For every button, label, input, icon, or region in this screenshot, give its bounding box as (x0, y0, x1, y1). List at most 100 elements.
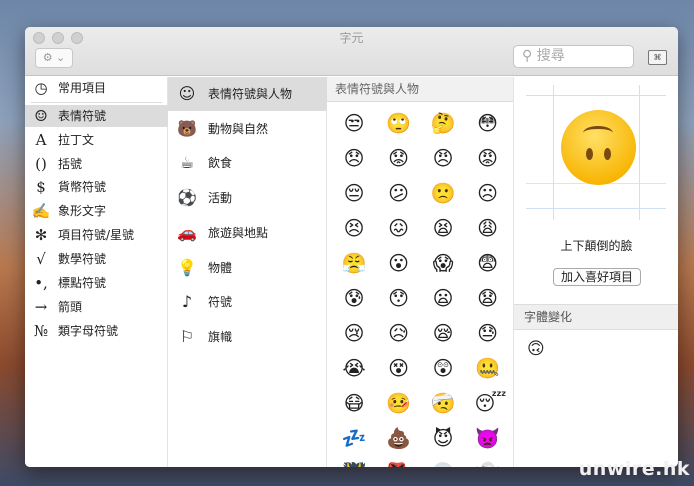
emoji-cell[interactable]: 💤 (341, 425, 367, 451)
emoji-cell[interactable]: 😱 (430, 250, 456, 276)
emoji-cell[interactable]: 😥 (386, 320, 412, 346)
emoji-cell[interactable]: 😫 (430, 215, 456, 241)
character-viewer-window: 字元 ⚙ ⌄ ⚲ 搜尋 ⌘ ◷ 常用項目 ☺ 表情符號 A 拉丁文 () 括號 $ 貨幣符號 ✍ 象形… (25, 27, 678, 467)
category-icon: ☺ (178, 84, 196, 103)
watermark: unwire.hk (578, 458, 690, 480)
emoji-cell[interactable]: 😣 (341, 215, 367, 241)
section-header: 表情符號與人物 (327, 77, 513, 102)
sidebar-item-label: 表情符號 (58, 109, 107, 123)
category-icon: () (35, 155, 47, 173)
emoji-cell[interactable]: 😢 (341, 320, 367, 346)
emoji-cell[interactable]: 😓 (475, 320, 501, 346)
emoji-cell[interactable]: 😠 (430, 145, 456, 171)
category-icon: •, (34, 274, 48, 292)
font-variations-header: 字體變化 (514, 304, 678, 330)
category-label: 活動 (208, 191, 233, 206)
emoji-cell[interactable]: 😖 (386, 215, 412, 241)
emoji-cell[interactable]: 😞 (341, 145, 367, 171)
emoji-cell[interactable]: 😔 (341, 180, 367, 206)
emoji-cell[interactable]: 😤 (341, 250, 367, 276)
emoji-cell[interactable]: 🙄 (386, 110, 412, 136)
category-icon: ☕ (179, 153, 195, 173)
category-icon: → (34, 298, 48, 316)
emoji-cell[interactable]: 😡 (475, 145, 501, 171)
glyph-preview (526, 85, 666, 220)
category-icon: ✍ (31, 202, 51, 220)
category-label: 表情符號與人物 (208, 87, 293, 101)
sidebar-item-label: 括號 (58, 157, 83, 171)
emoji-cell[interactable]: 🤐 (475, 355, 501, 381)
sidebar-item[interactable]: √ 數學符號 (25, 248, 168, 270)
emoji-cell[interactable]: 💩 (386, 425, 412, 451)
emoji-cell[interactable]: 😰 (341, 285, 367, 311)
emoji-cell[interactable]: 🤔 (430, 110, 456, 136)
category-icon: ☺ (34, 107, 48, 125)
emoji-cell[interactable]: 😷 (341, 390, 367, 416)
emoji-cell[interactable]: 👹 (341, 460, 367, 467)
sidebar-item-label: 標點符號 (58, 276, 107, 290)
emoji-cell[interactable]: 😳 (475, 110, 501, 136)
sidebar-item[interactable]: → 箭頭 (25, 296, 168, 318)
category-label: 動物與自然 (208, 121, 269, 136)
emoji-cell[interactable]: 🤕 (430, 390, 456, 416)
sidebar-item-label: 箭頭 (58, 300, 83, 314)
keyboard-viewer-icon[interactable]: ⌘ (648, 50, 667, 65)
emoji-cell[interactable]: 😟 (386, 145, 412, 171)
titlebar: 字元 ⚙ ⌄ ⚲ 搜尋 ⌘ (25, 27, 678, 76)
sidebar-item-label: 項目符號/星號 (58, 228, 135, 242)
emoji-cell[interactable]: 😧 (475, 285, 501, 311)
category-item[interactable]: 🐻 動物與自然 (168, 112, 327, 146)
emoji-cell[interactable]: 😕 (386, 180, 412, 206)
category-item[interactable]: ⚐ 旗幟 (168, 320, 327, 354)
emoji-cell[interactable]: 😴 (475, 390, 507, 416)
category-icon: ✻ (34, 226, 48, 244)
emoji-cell[interactable]: 👿 (475, 425, 501, 451)
emoji-cell[interactable]: 💀 (430, 460, 456, 467)
emoji-cell[interactable]: 👻 (475, 460, 501, 467)
emoji-cell[interactable]: 😈 (430, 425, 456, 451)
sidebar-item-label: 貨幣符號 (58, 180, 107, 194)
sidebar-item[interactable]: •, 標點符號 (25, 272, 168, 294)
emoji-cell[interactable]: 😮 (386, 250, 412, 276)
category-icon: ⚽ (177, 188, 197, 208)
sidebar-item-label: 象形文字 (58, 204, 107, 218)
emoji-cell[interactable]: 😭 (341, 355, 367, 381)
category-item[interactable]: ☺ 表情符號與人物 (168, 77, 327, 111)
category-label: 旗幟 (208, 329, 233, 344)
emoji-cell[interactable]: 😵 (386, 355, 412, 381)
sidebar-item[interactable]: ✻ 項目符號/星號 (25, 224, 168, 246)
category-item[interactable]: ♪ 符號 (168, 285, 327, 319)
emoji-cell[interactable]: 😯 (386, 285, 412, 311)
emoji-cell[interactable]: 😨 (475, 250, 501, 276)
sidebar-item-label: 拉丁文 (58, 133, 95, 147)
sidebar-item-label: 數學符號 (58, 252, 107, 266)
sidebar-item[interactable]: () 括號 (25, 153, 168, 175)
emoji-cell[interactable]: 😲 (430, 355, 456, 381)
sidebar-item[interactable]: A 拉丁文 (25, 129, 168, 151)
emoji-cell[interactable]: 😒 (341, 110, 367, 136)
emoji-cell[interactable]: ☹ (475, 180, 501, 206)
category-icon: ♪ (181, 292, 193, 312)
emoji-cell[interactable]: 👺 (386, 460, 412, 467)
add-to-favorites-button[interactable]: 加入喜好項目 (553, 268, 641, 286)
sidebar-item[interactable]: ✍ 象形文字 (25, 200, 168, 222)
category-item[interactable]: ☕ 飲食 (168, 146, 327, 180)
sidebar-item[interactable]: ☺ 表情符號 (25, 105, 168, 127)
gear-menu-button[interactable]: ⚙ ⌄ (35, 48, 73, 68)
sidebar-item[interactable]: № 類字母符號 (25, 320, 168, 342)
search-input[interactable]: ⚲ 搜尋 (513, 45, 634, 68)
category-item[interactable]: 💡 物體 (168, 251, 327, 285)
emoji-cell[interactable]: 🙁 (430, 180, 456, 206)
category-icon: ⚐ (179, 326, 195, 346)
emoji-cell[interactable]: 😩 (475, 215, 501, 241)
sidebar-item-label: 類字母符號 (58, 324, 119, 338)
sidebar-item[interactable]: ◷ 常用項目 (25, 77, 168, 99)
emoji-cell[interactable]: 🤒 (386, 390, 412, 416)
category-item[interactable]: ⚽ 活動 (168, 181, 327, 215)
emoji-cell[interactable]: 😦 (430, 285, 456, 311)
category-icon: 🚗 (177, 222, 197, 242)
sidebar-item[interactable]: $ 貨幣符號 (25, 176, 168, 198)
emoji-cell[interactable]: 😪 (430, 320, 456, 346)
category-item[interactable]: 🚗 旅遊與地點 (168, 216, 327, 250)
font-variation-item[interactable]: 🙃 (527, 339, 545, 359)
